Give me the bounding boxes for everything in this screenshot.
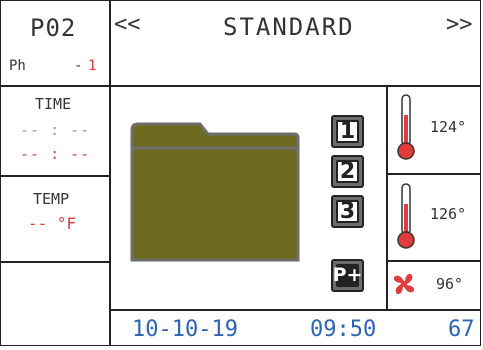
program-key-pplus[interactable]: P+ (331, 259, 364, 292)
sensor-2-value: 126° (430, 205, 467, 223)
program-key-1[interactable]: 1 (331, 115, 364, 148)
footer-divider (109, 309, 481, 311)
fan-icon (393, 273, 415, 295)
phase-value: 1 (88, 58, 97, 74)
left-divider-2 (0, 261, 110, 263)
program-key-pplus-label: P+ (332, 264, 363, 287)
sensor-3-value: 96° (436, 275, 464, 293)
folder-icon (130, 122, 300, 262)
time-line-2: -- : -- (20, 145, 91, 163)
header-divider (0, 85, 481, 87)
thermometer-icon (397, 183, 415, 249)
thermometer-icon (397, 94, 415, 160)
prev-program-button[interactable]: << (114, 12, 141, 37)
footer-time: 09:50 (310, 317, 377, 342)
program-key-2[interactable]: 2 (331, 155, 364, 188)
right-column-divider (386, 86, 388, 310)
right-divider-1 (386, 173, 481, 175)
program-key-2-label: 2 (336, 160, 359, 183)
time-line-1: -- : -- (20, 121, 91, 139)
program-key-3-label: 3 (336, 200, 359, 223)
program-key-3[interactable]: 3 (331, 195, 364, 228)
left-divider-1 (0, 175, 110, 177)
sensor-1-value: 124° (430, 118, 467, 136)
phase-label: Ph (9, 58, 26, 74)
program-code: P02 (30, 14, 77, 42)
temp-value: -- °F (28, 214, 77, 233)
next-program-button[interactable]: >> (446, 12, 473, 37)
program-key-1-label: 1 (336, 120, 359, 143)
footer-date: 10-10-19 (132, 317, 238, 342)
mode-title: STANDARD (223, 13, 355, 41)
temp-label: TEMP (33, 190, 70, 208)
phase-separator: - (74, 58, 83, 74)
left-column-divider (109, 0, 111, 346)
footer-number: 67 (448, 317, 475, 342)
time-label: TIME (35, 95, 72, 113)
right-divider-2 (386, 260, 481, 262)
